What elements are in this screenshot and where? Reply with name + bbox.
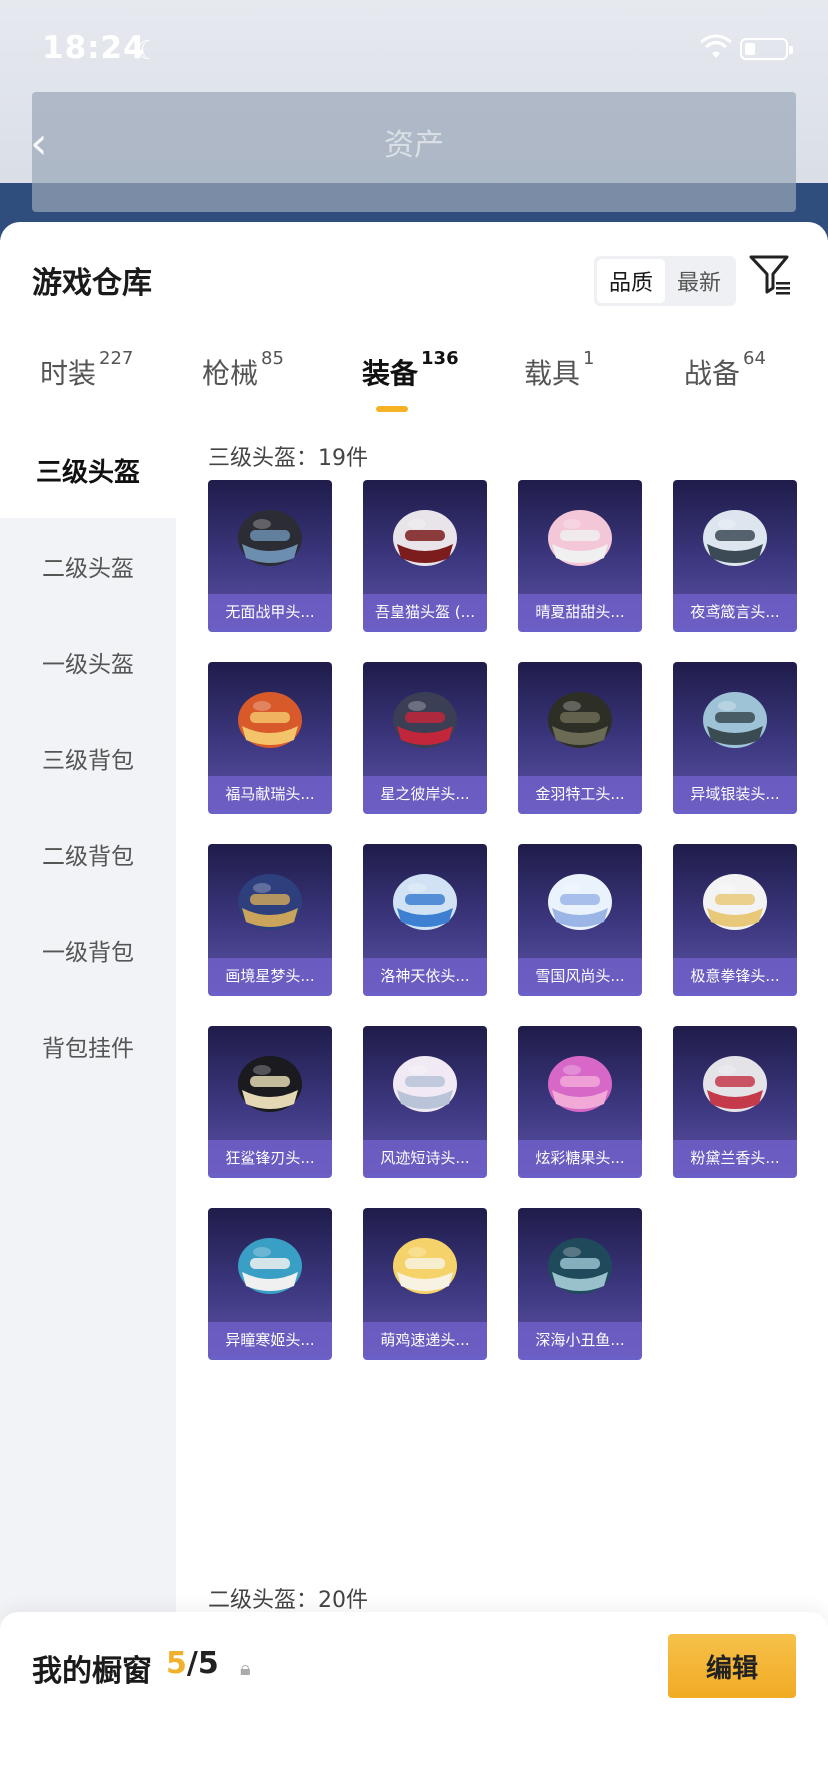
helmet-icon <box>703 510 767 566</box>
item-label: 萌鸡速递头... <box>363 1322 487 1356</box>
item-label: 风迹短诗头... <box>363 1140 487 1174</box>
helmet-icon <box>548 510 612 566</box>
helmet-icon <box>703 1056 767 1112</box>
item-label: 异域银装头... <box>673 776 797 810</box>
section-title: 三级头盔：19件 <box>208 446 368 471</box>
page-title: 资产 <box>384 128 444 163</box>
helmet-icon <box>393 1056 457 1112</box>
active-tab-indicator <box>376 406 408 412</box>
tab-vehicles[interactable]: 载具 1 <box>524 348 594 392</box>
sheet-title: 游戏仓库 <box>32 266 152 301</box>
sort-toggle: 品质 最新 <box>594 256 736 306</box>
tab-equipment[interactable]: 装备 136 <box>362 348 459 392</box>
item-label: 极意拳锋头... <box>673 958 797 992</box>
helmet-icon <box>238 874 302 930</box>
moon-icon: ☾ <box>136 36 160 66</box>
sidebar-item-level1-helmet[interactable]: 一级头盔 <box>0 614 176 710</box>
section-title: 二级头盔：20件 <box>208 1588 368 1613</box>
item-card[interactable]: 萌鸡速递头... <box>363 1208 487 1360</box>
item-card[interactable]: 星之彼岸头... <box>363 662 487 814</box>
item-card[interactable]: 异瞳寒姬头... <box>208 1208 332 1360</box>
item-card[interactable]: 深海小丑鱼... <box>518 1208 642 1360</box>
helmet-icon <box>238 1056 302 1112</box>
showcase-count: 5/5 <box>166 1646 219 1681</box>
sidebar-item-level3-helmet[interactable]: 三级头盔 <box>0 422 176 518</box>
item-grid-area: 三级头盔：19件 无面战甲头... 吾皇猫头盔 (... 晴夏甜甜头... 夜鸢箴言头… <box>176 422 828 1792</box>
sidebar: 三级头盔 二级头盔 一级头盔 三级背包 二级背包 一级背包 背包挂件 <box>0 422 176 1792</box>
item-label: 无面战甲头... <box>208 594 332 628</box>
item-label: 异瞳寒姬头... <box>208 1322 332 1356</box>
item-label: 金羽特工头... <box>518 776 642 810</box>
item-card[interactable]: 无面战甲头... <box>208 480 332 632</box>
edit-button[interactable]: 编辑 <box>668 1634 796 1698</box>
item-label: 洛神天依头... <box>363 958 487 992</box>
showcase-label: 我的橱窗 <box>32 1654 152 1689</box>
tab-weapons[interactable]: 枪械 85 <box>202 348 284 392</box>
item-card[interactable]: 洛神天依头... <box>363 844 487 996</box>
item-card[interactable]: 吾皇猫头盔 (... <box>363 480 487 632</box>
tab-gear[interactable]: 战备 64 <box>684 348 766 392</box>
helmet-icon <box>548 1238 612 1294</box>
helmet-icon <box>238 692 302 748</box>
tab-fashion[interactable]: 时装 227 <box>40 348 133 392</box>
helmet-icon <box>393 692 457 748</box>
item-card[interactable]: 福马献瑞头... <box>208 662 332 814</box>
top-background: 18:24 ☾ ‹ 资产 <box>0 0 828 240</box>
sort-quality[interactable]: 品质 <box>597 259 665 303</box>
item-card[interactable]: 金羽特工头... <box>518 662 642 814</box>
helmet-icon <box>548 1056 612 1112</box>
item-card[interactable]: 异域银装头... <box>673 662 797 814</box>
item-label: 吾皇猫头盔 (... <box>363 594 487 628</box>
warehouse-sheet: 游戏仓库 品质 最新 时装 227 枪械 85 装备 136 载具 1 战备 64 三级头… <box>0 222 828 1792</box>
item-label: 雪国风尚头... <box>518 958 642 992</box>
item-label: 粉黛兰香头... <box>673 1140 797 1174</box>
item-card[interactable]: 夜鸢箴言头... <box>673 480 797 632</box>
helmet-icon <box>548 874 612 930</box>
item-card[interactable]: 晴夏甜甜头... <box>518 480 642 632</box>
item-label: 狂鲨锋刃头... <box>208 1140 332 1174</box>
lock-icon: 🔒︎ <box>240 1656 251 1680</box>
item-label: 夜鸢箴言头... <box>673 594 797 628</box>
item-card[interactable]: 雪国风尚头... <box>518 844 642 996</box>
item-card[interactable]: 风迹短诗头... <box>363 1026 487 1178</box>
item-card[interactable]: 狂鲨锋刃头... <box>208 1026 332 1178</box>
item-card[interactable]: 炫彩糖果头... <box>518 1026 642 1178</box>
item-label: 画境星梦头... <box>208 958 332 992</box>
item-label: 炫彩糖果头... <box>518 1140 642 1174</box>
helmet-icon <box>703 874 767 930</box>
helmet-icon <box>703 692 767 748</box>
sidebar-item-backpack-charm[interactable]: 背包挂件 <box>0 998 176 1094</box>
helmet-icon <box>393 510 457 566</box>
filter-icon[interactable] <box>748 252 792 296</box>
battery-icon <box>740 38 793 60</box>
item-label: 福马献瑞头... <box>208 776 332 810</box>
item-label: 晴夏甜甜头... <box>518 594 642 628</box>
item-card[interactable]: 极意拳锋头... <box>673 844 797 996</box>
sidebar-item-level1-backpack[interactable]: 一级背包 <box>0 902 176 998</box>
helmet-icon <box>393 874 457 930</box>
showcase-bar: 我的橱窗 5/5 🔒︎ 编辑 <box>0 1612 828 1792</box>
sidebar-item-level2-backpack[interactable]: 二级背包 <box>0 806 176 902</box>
category-tabs: 时装 227 枪械 85 装备 136 载具 1 战备 64 <box>0 348 828 422</box>
helmet-icon <box>238 510 302 566</box>
sidebar-item-level3-backpack[interactable]: 三级背包 <box>0 710 176 806</box>
item-label: 深海小丑鱼... <box>518 1322 642 1356</box>
item-label: 星之彼岸头... <box>363 776 487 810</box>
wifi-icon <box>700 34 732 58</box>
helmet-icon <box>238 1238 302 1294</box>
helmet-icon <box>548 692 612 748</box>
helmet-icon <box>393 1238 457 1294</box>
status-time: 18:24 <box>42 30 146 66</box>
item-card[interactable]: 粉黛兰香头... <box>673 1026 797 1178</box>
sidebar-item-level2-helmet[interactable]: 二级头盔 <box>0 518 176 614</box>
item-card[interactable]: 画境星梦头... <box>208 844 332 996</box>
sort-newest[interactable]: 最新 <box>665 259 733 303</box>
